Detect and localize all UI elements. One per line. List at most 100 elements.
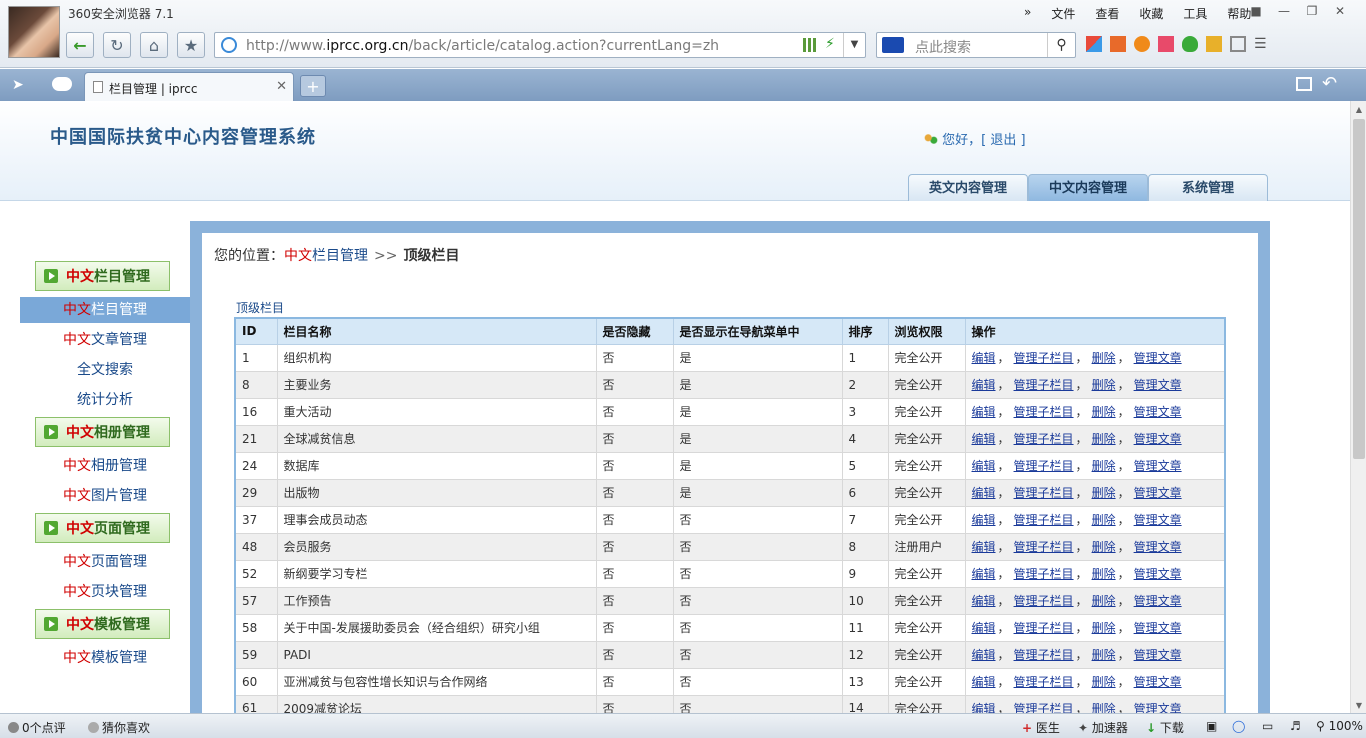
manage-subcolumns-link[interactable]: 管理子栏目 (1014, 405, 1074, 419)
sidebar-item-article-manage[interactable]: 中文文章管理 (20, 327, 190, 353)
qr-code-icon[interactable] (803, 38, 817, 52)
manage-articles-link[interactable]: 管理文章 (1134, 594, 1182, 608)
delete-link[interactable]: 删除 (1092, 648, 1116, 662)
edit-link[interactable]: 编辑 (972, 540, 996, 554)
dropdown-chevron-icon[interactable]: ▼ (843, 33, 865, 57)
close-window-button[interactable]: ✕ (1326, 2, 1354, 20)
sidebar-item-template-manage[interactable]: 中文模板管理 (20, 645, 190, 671)
delete-link[interactable]: 删除 (1092, 594, 1116, 608)
manage-articles-link[interactable]: 管理文章 (1134, 486, 1182, 500)
minimize-button[interactable]: — (1270, 2, 1298, 20)
menu-tools[interactable]: 工具 (1173, 5, 1217, 22)
address-bar[interactable]: http://www.iprcc.org.cn/back/article/cat… (214, 32, 866, 58)
scroll-thumb[interactable] (1353, 119, 1365, 459)
edit-link[interactable]: 编辑 (972, 621, 996, 635)
delete-link[interactable]: 删除 (1092, 432, 1116, 446)
tab-chinese-content[interactable]: 中文内容管理 (1028, 174, 1148, 201)
manage-subcolumns-link[interactable]: 管理子栏目 (1014, 378, 1074, 392)
window-icon[interactable]: ▣ (1206, 719, 1217, 733)
manage-subcolumns-link[interactable]: 管理子栏目 (1014, 432, 1074, 446)
sidebar-group-album[interactable]: 中文 相册管理 (35, 417, 170, 447)
sidebar-item-picture-manage[interactable]: 中文图片管理 (20, 483, 190, 509)
zoom-level[interactable]: ⚲ 100% (1316, 719, 1363, 733)
ie-icon[interactable]: ◯ (1232, 719, 1245, 733)
sidebar-toggle-icon[interactable]: ➤ (12, 77, 24, 93)
manage-articles-link[interactable]: 管理文章 (1134, 567, 1182, 581)
delete-link[interactable]: 删除 (1092, 702, 1116, 713)
sidebar-item-album-manage[interactable]: 中文相册管理 (20, 453, 190, 479)
scroll-down-icon[interactable]: ▼ (1351, 697, 1366, 713)
lightning-icon[interactable]: ⚡ (825, 36, 835, 52)
volume-icon[interactable]: ♬ (1290, 719, 1301, 733)
manage-subcolumns-link[interactable]: 管理子栏目 (1014, 513, 1074, 527)
manage-articles-link[interactable]: 管理文章 (1134, 432, 1182, 446)
sidebar-item-column-manage[interactable]: 中文栏目管理 (20, 297, 190, 323)
restore-button[interactable]: ❐ (1298, 2, 1326, 20)
manage-articles-link[interactable]: 管理文章 (1134, 540, 1182, 554)
back-button[interactable]: ← (66, 32, 94, 58)
vertical-scrollbar[interactable]: ▲ ▼ (1350, 101, 1366, 713)
edit-link[interactable]: 编辑 (972, 567, 996, 581)
manage-subcolumns-link[interactable]: 管理子栏目 (1014, 648, 1074, 662)
sidebar-group-column[interactable]: 中文 栏目管理 (35, 261, 170, 291)
manage-articles-link[interactable]: 管理文章 (1134, 675, 1182, 689)
shield-icon[interactable] (1182, 36, 1198, 52)
more-icon[interactable]: ☰ (1254, 36, 1270, 52)
undo-close-icon[interactable]: ↶ (1322, 73, 1337, 94)
edit-link[interactable]: 编辑 (972, 459, 996, 473)
delete-link[interactable]: 删除 (1092, 567, 1116, 581)
edit-link[interactable]: 编辑 (972, 702, 996, 713)
sidebar-group-template[interactable]: 中文 模板管理 (35, 609, 170, 639)
edit-link[interactable]: 编辑 (972, 675, 996, 689)
edit-link[interactable]: 编辑 (972, 486, 996, 500)
translate-icon[interactable] (1110, 36, 1126, 52)
manage-subcolumns-link[interactable]: 管理子栏目 (1014, 351, 1074, 365)
browser-tab[interactable]: 栏目管理 | iprcc ✕ (84, 72, 294, 101)
menu-file[interactable]: 文件 (1041, 5, 1085, 22)
edit-link[interactable]: 编辑 (972, 594, 996, 608)
delete-link[interactable]: 删除 (1092, 405, 1116, 419)
home-button[interactable]: ⌂ (140, 32, 168, 58)
delete-link[interactable]: 删除 (1092, 459, 1116, 473)
edit-link[interactable]: 编辑 (972, 351, 996, 365)
favorite-button[interactable]: ★ (177, 32, 205, 58)
screenshot-icon[interactable] (1230, 36, 1246, 52)
search-engine-icon[interactable] (882, 37, 904, 53)
tab-list-icon[interactable] (1296, 77, 1312, 91)
sidebar-item-fulltext-search[interactable]: 全文搜索 (20, 357, 190, 383)
accelerator-status[interactable]: ✦ 加速器 (1078, 719, 1128, 736)
delete-link[interactable]: 删除 (1092, 621, 1116, 635)
gift-icon[interactable] (1158, 36, 1174, 52)
coin-icon[interactable] (1206, 36, 1222, 52)
tab-english-content[interactable]: 英文内容管理 (908, 174, 1028, 201)
manage-articles-link[interactable]: 管理文章 (1134, 513, 1182, 527)
download-status[interactable]: ↓ 下载 (1146, 719, 1184, 736)
search-box[interactable]: 点此搜索 ⚲ (876, 32, 1076, 58)
manage-articles-link[interactable]: 管理文章 (1134, 648, 1182, 662)
sidebar-group-page[interactable]: 中文 页面管理 (35, 513, 170, 543)
travel-icon[interactable] (1134, 36, 1150, 52)
scroll-up-icon[interactable]: ▲ (1351, 101, 1366, 117)
tab-close-icon[interactable]: ✕ (276, 79, 287, 94)
refresh-button[interactable]: ↻ (103, 32, 131, 58)
greeting-text[interactable]: 您好，[ 退出 ] (942, 133, 1025, 148)
sidebar-item-statistics[interactable]: 统计分析 (20, 387, 190, 413)
manage-articles-link[interactable]: 管理文章 (1134, 621, 1182, 635)
manage-subcolumns-link[interactable]: 管理子栏目 (1014, 540, 1074, 554)
manage-articles-link[interactable]: 管理文章 (1134, 405, 1182, 419)
manage-subcolumns-link[interactable]: 管理子栏目 (1014, 486, 1074, 500)
screen-icon[interactable]: ▭ (1262, 719, 1273, 733)
delete-link[interactable]: 删除 (1092, 486, 1116, 500)
delete-link[interactable]: 删除 (1092, 513, 1116, 527)
manage-subcolumns-link[interactable]: 管理子栏目 (1014, 567, 1074, 581)
breadcrumb-link-column[interactable]: 栏目管理 (312, 248, 368, 264)
cloud-icon[interactable] (52, 77, 72, 91)
manage-articles-link[interactable]: 管理文章 (1134, 351, 1182, 365)
manage-subcolumns-link[interactable]: 管理子栏目 (1014, 621, 1074, 635)
manage-articles-link[interactable]: 管理文章 (1134, 459, 1182, 473)
edit-link[interactable]: 编辑 (972, 432, 996, 446)
apps-icon[interactable] (1086, 36, 1102, 52)
breadcrumb-link[interactable]: 中文 (284, 248, 312, 264)
sidebar-item-page-manage[interactable]: 中文页面管理 (20, 549, 190, 575)
manage-subcolumns-link[interactable]: 管理子栏目 (1014, 594, 1074, 608)
